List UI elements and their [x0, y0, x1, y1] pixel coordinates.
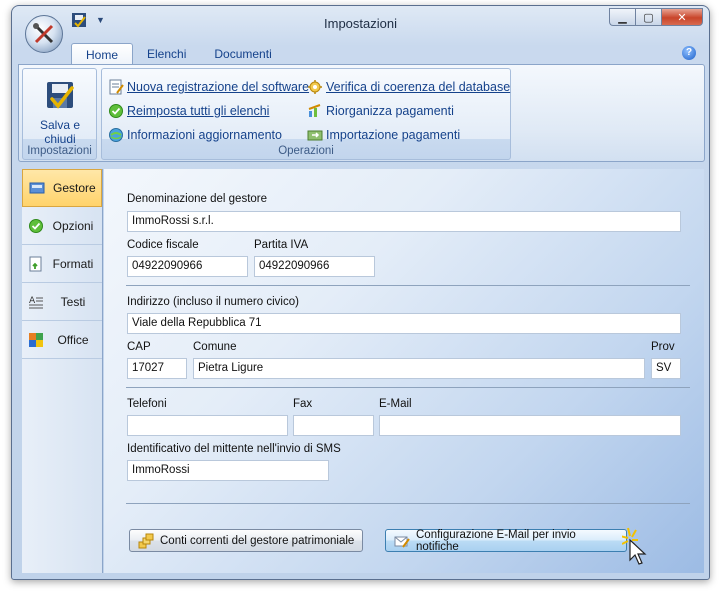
new-registration-button[interactable]: Nuova registrazione del software	[108, 79, 309, 95]
maximize-icon: ▢	[643, 11, 654, 24]
sidebar-item-label: Testi	[60, 294, 86, 309]
options-check-icon	[29, 218, 43, 233]
mouse-cursor-icon	[622, 527, 647, 565]
sms-id-label: Identificativo del mittente nell'invio d…	[127, 443, 341, 455]
reset-lists-button[interactable]: Reimposta tutti gli elenchi	[108, 103, 269, 119]
coins-icon	[138, 533, 154, 548]
manager-icon	[29, 182, 45, 194]
config-email-label: Configurazione E-Mail per invio notifich…	[416, 528, 576, 553]
formats-icon	[29, 256, 42, 271]
group-label-operazioni: Operazioni	[278, 145, 334, 157]
reorganize-payments-button[interactable]: Riorganizza pagamenti	[307, 103, 454, 119]
cap-label: CAP	[127, 341, 151, 353]
import-icon	[307, 130, 323, 141]
separator	[126, 285, 690, 286]
close-icon: ✕	[677, 11, 687, 24]
database-check-label: Verifica di coerenza del database	[326, 80, 511, 94]
sidebar-item-testi[interactable]: A Testi	[22, 283, 102, 321]
tab-elenchi[interactable]: Elenchi	[133, 43, 200, 65]
close-button[interactable]: ✕	[661, 8, 703, 26]
partita-iva-field[interactable]: 04922090966	[254, 256, 375, 277]
reorganize-icon	[308, 104, 321, 117]
database-check-button[interactable]: Verifica di coerenza del database	[307, 79, 510, 95]
globe-update-icon	[109, 128, 123, 142]
group-impostazioni: Salva e chiudi Impostazioni	[22, 68, 97, 160]
conti-correnti-label: Conti correnti del gestore patrimoniale	[160, 534, 355, 547]
import-payments-label: Importazione pagamenti	[326, 128, 461, 142]
reorganize-payments-label: Riorganizza pagamenti	[326, 104, 454, 118]
sidebar: Gestore Opzioni Formati A Testi Office	[22, 169, 103, 573]
database-check-icon	[308, 80, 322, 94]
codice-fiscale-label: Codice fiscale	[127, 239, 199, 251]
office-icon	[29, 332, 43, 347]
sidebar-item-gestore[interactable]: Gestore	[22, 169, 102, 207]
config-email-button[interactable]: Configurazione E-Mail per invio notifich…	[385, 528, 627, 553]
settings-window: ▼ Impostazioni ▁ ▢ ✕ Home Elenchi Docume…	[11, 5, 710, 580]
indirizzo-label: Indirizzo (incluso il numero civico)	[127, 296, 299, 308]
fax-field[interactable]	[293, 415, 374, 436]
window-title: Impostazioni	[324, 16, 397, 31]
sidebar-item-opzioni[interactable]: Opzioni	[22, 207, 102, 245]
email-field[interactable]	[379, 415, 681, 436]
sidebar-item-label: Gestore	[53, 181, 96, 195]
save-close-icon	[47, 82, 74, 109]
gestore-form-panel: Denominazione del gestore ImmoRossi s.r.…	[104, 169, 704, 573]
minimize-icon: ▁	[618, 11, 627, 24]
tools-icon	[33, 23, 54, 44]
tab-home[interactable]: Home	[71, 43, 134, 65]
check-circle-icon	[109, 104, 123, 118]
cap-field[interactable]: 17027	[127, 358, 187, 379]
help-icon[interactable]: ?	[682, 46, 696, 60]
comune-label: Comune	[193, 341, 237, 353]
save-close-label-line2: chiudi	[44, 132, 76, 146]
update-info-label: Informazioni aggiornamento	[127, 128, 282, 142]
sidebar-item-office[interactable]: Office	[22, 321, 102, 359]
registration-icon	[109, 79, 124, 95]
fax-label: Fax	[293, 398, 313, 410]
group-label-impostazioni: Impostazioni	[27, 145, 92, 157]
title-bar: ▼ Impostazioni ▁ ▢ ✕	[12, 6, 709, 53]
sidebar-item-label: Formati	[52, 256, 94, 271]
minimize-button[interactable]: ▁	[609, 8, 635, 26]
window-controls: ▁ ▢ ✕	[609, 8, 703, 26]
ribbon: Salva e chiudi Impostazioni Nuova regist…	[18, 64, 705, 162]
save-close-label-line1: Salva e	[39, 118, 81, 132]
prov-label: Prov	[651, 341, 675, 353]
partita-iva-label: Partita IVA	[254, 239, 309, 251]
tab-documenti[interactable]: Documenti	[200, 43, 285, 65]
reset-lists-label: Reimposta tutti gli elenchi	[127, 104, 270, 118]
denominazione-label: Denominazione del gestore	[127, 193, 268, 205]
save-close-button[interactable]: Salva e chiudi	[37, 79, 83, 146]
denominazione-field[interactable]: ImmoRossi s.r.l.	[127, 211, 681, 232]
sidebar-item-formati[interactable]: Formati	[22, 245, 102, 283]
prov-field[interactable]: SV	[651, 358, 681, 379]
indirizzo-field[interactable]: Viale della Repubblica 71	[127, 313, 681, 334]
maximize-button[interactable]: ▢	[635, 8, 661, 26]
application-menu-button[interactable]	[25, 15, 63, 53]
update-info-button[interactable]: Informazioni aggiornamento	[108, 127, 282, 143]
separator	[126, 503, 690, 504]
email-config-icon	[394, 536, 410, 548]
codice-fiscale-field[interactable]: 04922090966	[127, 256, 248, 277]
sms-id-field[interactable]: ImmoRossi	[127, 460, 329, 481]
group-operazioni: Nuova registrazione del software Reimpos…	[101, 68, 511, 160]
email-label: E-Mail	[379, 398, 412, 410]
separator	[126, 387, 690, 388]
text-icon: A	[29, 296, 43, 308]
conti-correnti-button[interactable]: Conti correnti del gestore patrimoniale	[129, 529, 364, 552]
ribbon-tabs: Home Elenchi Documenti	[71, 43, 286, 65]
import-payments-button[interactable]: Importazione pagamenti	[307, 127, 460, 143]
telefoni-label: Telefoni	[127, 398, 167, 410]
sidebar-item-label: Opzioni	[52, 218, 94, 233]
sidebar-item-label: Office	[57, 332, 89, 347]
telefoni-field[interactable]	[127, 415, 288, 436]
comune-field[interactable]: Pietra Ligure	[193, 358, 645, 379]
new-registration-label: Nuova registrazione del software	[127, 80, 310, 94]
